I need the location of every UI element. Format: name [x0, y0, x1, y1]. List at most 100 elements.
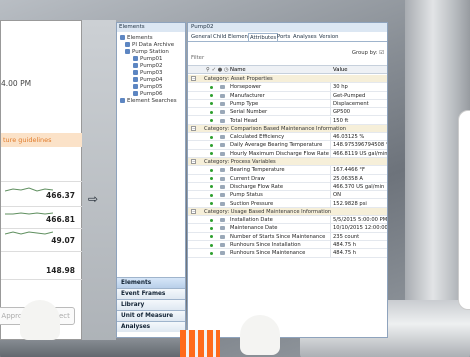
attribute-name: Bearing Temperature: [230, 167, 285, 174]
value-1: 466.37: [46, 191, 75, 200]
status-dot: [210, 152, 213, 156]
collapse-toggle[interactable]: −: [191, 76, 196, 81]
attribute-value: 30 hp: [333, 84, 348, 91]
attribute-name: Installation Date: [230, 217, 273, 224]
nav-library[interactable]: Library: [117, 299, 185, 310]
attribute-icon: [220, 135, 225, 140]
tree-node-pump06[interactable]: Pump06: [133, 91, 163, 97]
attribute-name: Pump Status: [230, 192, 263, 199]
attribute-name: Category: Comparison Based Maintenance I…: [204, 125, 347, 132]
status-dot: [210, 226, 213, 230]
attribute-row[interactable]: Total Head 150 ft: [188, 116, 387, 125]
attribute-row[interactable]: Manufacturer Get-Pumped: [188, 91, 387, 100]
attribute-row[interactable]: Current Draw 25.06358 A: [188, 174, 387, 183]
attribute-row[interactable]: Maintenance Date 10/10/2015 12:00:00 PM: [188, 224, 388, 233]
folder-icon: [125, 49, 130, 54]
attribute-row[interactable]: Pump Type Displacement: [188, 99, 387, 109]
tree-node-pump03[interactable]: Pump03: [133, 70, 163, 76]
attribute-row[interactable]: Discharge Flow Rate 466.370 US gal/min: [188, 182, 387, 192]
tree-node-pump05[interactable]: Pump05: [133, 84, 163, 90]
attribute-name: Category: Process Variables: [204, 159, 276, 165]
attribute-icon: [220, 251, 225, 256]
attribute-value: 466.8119 US gal/min: [333, 150, 388, 157]
tree-node-pump04[interactable]: Pump04: [133, 77, 163, 83]
status-dot: [210, 94, 213, 98]
filter-input[interactable]: Filter: [191, 55, 204, 61]
attribute-value: 484.75 h: [333, 250, 357, 257]
status-dot: [210, 110, 213, 114]
tree-node-searches[interactable]: Element Searches: [120, 98, 177, 104]
attribute-name: Discharge Flow Rate: [230, 183, 284, 190]
status-dot: [210, 243, 213, 247]
arrow-right-icon: ⇨: [88, 192, 99, 206]
attribute-row[interactable]: Pump Status ON: [188, 191, 387, 200]
status-dot: [210, 143, 213, 147]
attribute-value: ON: [333, 192, 341, 199]
status-dot: [210, 185, 213, 189]
attribute-value: 148.975396794508 °F: [333, 142, 388, 149]
attribute-row[interactable]: Runhours Since Maintenance 484.75 h: [188, 249, 387, 258]
attribute-row[interactable]: Bearing Temperature 167.4466 °F: [188, 166, 387, 175]
attribute-icon: [220, 85, 225, 90]
status-dot: [210, 102, 213, 106]
value-3: 49.07: [51, 236, 75, 245]
attribute-row[interactable]: Installation Date 5/5/2015 5:00:00 PM: [188, 216, 387, 225]
attribute-row[interactable]: Daily Average Bearing Temperature 148.975…: [188, 141, 388, 150]
tree-node-pump-station[interactable]: Pump Station: [125, 49, 169, 55]
attribute-row[interactable]: Serial Number GP500: [188, 108, 387, 117]
value-2: 466.81: [46, 215, 75, 224]
category-row[interactable]: − Category: Comparison Based Maintenance …: [188, 124, 387, 134]
attribute-icon: [220, 110, 225, 115]
nav-elements[interactable]: Elements: [117, 277, 185, 288]
status-dot: [210, 119, 213, 122]
attribute-icon: [220, 143, 225, 148]
attribute-name: Hourly Maximum Discharge Flow Rate: [230, 150, 329, 157]
category-row[interactable]: − Category: Usage Based Maintenance Infor…: [188, 207, 387, 217]
element-icon: [133, 91, 138, 96]
group-by-toggle[interactable]: Group by: ☑: [352, 50, 384, 56]
folder-icon: [120, 35, 125, 40]
attribute-value: 484.75 h: [333, 242, 357, 248]
hard-hat: [20, 300, 60, 340]
nav-event-frames[interactable]: Event Frames: [117, 288, 185, 299]
category-row[interactable]: − Category: Asset Properties: [188, 75, 387, 84]
attribute-row[interactable]: Number of Starts Since Maintenance 235 co…: [188, 232, 387, 241]
attribute-row[interactable]: Runhours Since Installation 484.75 h: [188, 241, 387, 250]
collapse-toggle[interactable]: −: [191, 208, 196, 214]
tree-node-pump01[interactable]: Pump01: [133, 56, 163, 62]
column-header: ⚲ ✓ ● ◷ Name Value: [188, 65, 387, 74]
attribute-row[interactable]: Horsepower 30 hp: [188, 83, 387, 92]
tree-node-pump02[interactable]: Pump02: [133, 63, 163, 69]
attribute-icon: [220, 226, 225, 231]
attribute-row[interactable]: Hourly Maximum Discharge Flow Rate 466.81…: [188, 149, 388, 158]
tree-node-archive[interactable]: PI Data Archive: [125, 42, 174, 48]
attribute-name: Suction Pressure: [230, 200, 274, 207]
attribute-value: 10/10/2015 12:00:00 PM: [333, 225, 388, 232]
attribute-name: Horsepower: [230, 84, 262, 91]
nav-analyses[interactable]: Analyses: [117, 321, 185, 332]
col-value[interactable]: Value: [333, 67, 348, 73]
collapse-toggle[interactable]: −: [191, 125, 196, 131]
attribute-name: Calculated Efficiency: [230, 134, 285, 141]
attribute-icon: [220, 118, 225, 123]
col-name[interactable]: Name: [230, 67, 246, 73]
nav-unit-of-measure[interactable]: Unit of Measure: [117, 310, 185, 321]
status-dot: [210, 135, 213, 139]
tree-node-elements[interactable]: Elements: [120, 35, 153, 41]
attribute-name: Daily Average Bearing Temperature: [230, 142, 323, 149]
attribute-icon: [220, 193, 225, 198]
collapse-toggle[interactable]: −: [191, 159, 196, 164]
attribute-row[interactable]: Suction Pressure 152.9828 psi: [188, 199, 387, 208]
left-panel: 4.00 PM ture guidelines 466.37 466.81 49…: [0, 20, 83, 340]
attribute-value: 167.4466 °F: [333, 167, 365, 174]
status-dot: [210, 251, 213, 255]
element-icon: [133, 77, 138, 82]
status-dot: [210, 177, 213, 181]
value-4: 148.98: [46, 266, 75, 275]
panel-gap: [82, 20, 116, 340]
attribute-icon: [220, 201, 225, 206]
attribute-row[interactable]: Calculated Efficiency 46.03125 %: [188, 133, 387, 142]
element-icon: [133, 63, 138, 68]
category-row[interactable]: − Category: Process Variables: [188, 158, 387, 167]
status-dot: [210, 193, 213, 197]
